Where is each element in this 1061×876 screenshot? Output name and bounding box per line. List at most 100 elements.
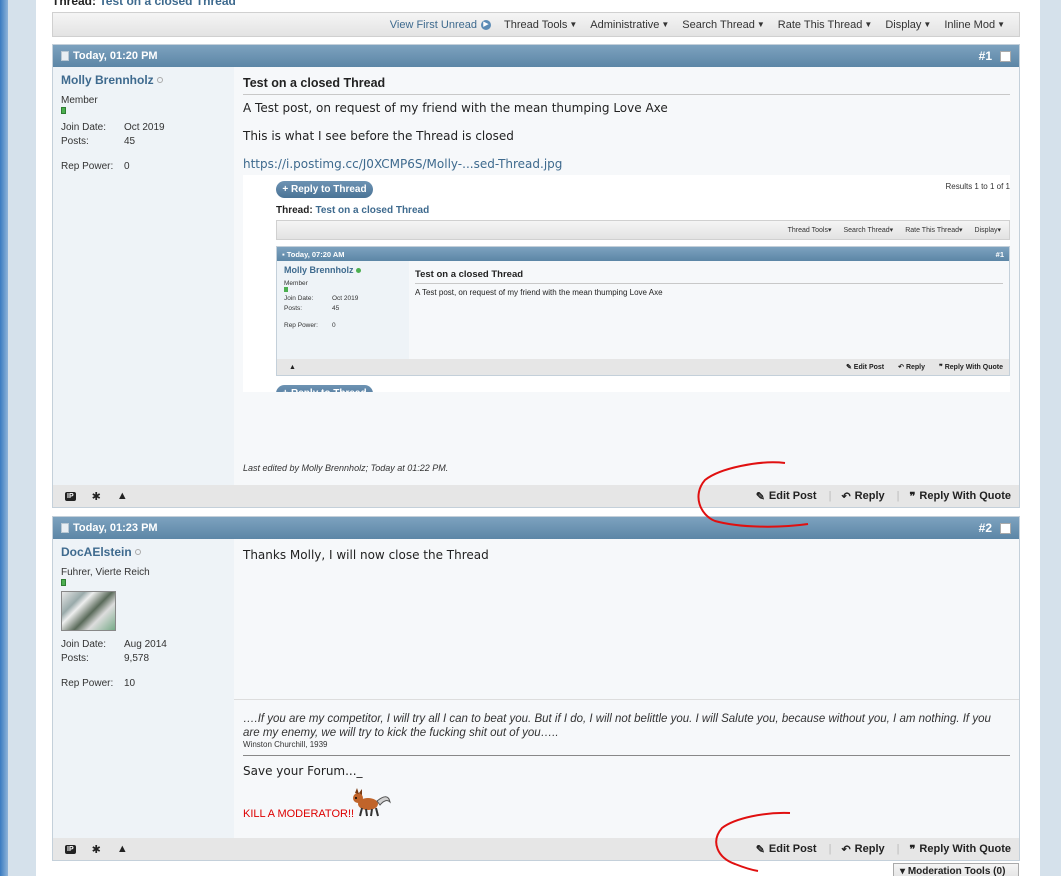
post-paragraph: This is what I see before the Thread is …: [243, 129, 514, 143]
post-number-link[interactable]: #2: [979, 521, 992, 535]
embedded-user-title: Member: [284, 280, 308, 287]
administrative-menu[interactable]: Administrative ▼: [590, 19, 669, 31]
embedded-search-thread: Search Thread▾: [843, 227, 894, 234]
edit-post-button[interactable]: ✎ Edit Post |: [756, 843, 832, 856]
post-document-icon: [61, 523, 69, 533]
thread-title-line: Thread: Test on a closed Thread: [52, 0, 236, 8]
signature-quote: ….If you are my competitor, I will try a…: [243, 713, 991, 739]
join-date-value: Oct 2019: [124, 122, 165, 133]
rep-power-label: Rep Power:: [61, 678, 114, 689]
report-warning-icon[interactable]: ▲: [117, 490, 128, 502]
embedded-reply: ↶ Reply: [898, 364, 925, 371]
reply-with-quote-button[interactable]: ❞ Reply With Quote: [910, 490, 1012, 503]
post-select-checkbox[interactable]: [1000, 50, 1011, 62]
offline-status-icon: [156, 77, 163, 83]
moderation-tools-button[interactable]: ▾ Moderation Tools (0): [893, 863, 1019, 876]
embedded-join-date: Oct 2019: [332, 295, 359, 302]
embedded-join-label: Join Date:: [284, 295, 314, 302]
signature-quote-source: Winston Churchill, 1939: [243, 740, 328, 749]
post-date: Today, 01:20 PM: [73, 50, 158, 62]
post-date: Today, 01:23 PM: [73, 522, 158, 534]
embedded-posts-count: 45: [332, 305, 340, 312]
embedded-reply-with-quote: ❞ Reply With Quote: [939, 364, 1003, 371]
dropdown-arrow-icon: ▼: [661, 20, 670, 29]
display-menu[interactable]: Display ▼: [885, 19, 931, 31]
pencil-icon: ✎: [755, 490, 765, 503]
thread-tools-label: Thread Tools: [503, 18, 568, 31]
unread-arrow-icon: ▶: [480, 19, 491, 30]
dropdown-arrow-icon: ▼: [923, 20, 932, 29]
embedded-date-text: Today, 07:20 AM: [286, 249, 345, 259]
search-thread-menu[interactable]: Search Thread ▼: [682, 19, 765, 31]
username-link[interactable]: DocAElstein: [61, 545, 226, 559]
username-link[interactable]: Molly Brennholz: [61, 73, 226, 87]
edit-post-button[interactable]: ✎ Edit Post |: [756, 490, 832, 503]
user-title: Fuhrer, Vierte Reich: [61, 567, 150, 578]
signature-divider: [243, 755, 1010, 756]
user-avatar[interactable]: [61, 591, 116, 631]
thread-title-link[interactable]: Test on a closed Thread: [99, 0, 235, 8]
embedded-results-count: Results 1 to 1 of 1: [945, 182, 1010, 191]
embedded-reply-button-bottom: + Reply to Thread: [276, 385, 373, 392]
join-date-value: Aug 2014: [124, 639, 167, 650]
ip-icon[interactable]: IP: [65, 491, 76, 501]
offline-status-icon: [134, 549, 141, 555]
embedded-username-text: Molly Brennholz: [284, 265, 354, 275]
post-select-checkbox[interactable]: [1000, 522, 1011, 534]
embedded-tool-label: Search Thread: [843, 227, 890, 234]
embedded-post: ▪ Today, 07:20 AM #1 Molly Brennholz Mem…: [276, 246, 1010, 376]
online-status-icon: [356, 268, 362, 273]
dropdown-arrow-icon: ▼: [864, 20, 873, 29]
reply-button[interactable]: ↶ Reply |: [841, 843, 899, 856]
infraction-star-icon[interactable]: ✱: [92, 843, 101, 856]
embedded-thread-link: Test on a closed Thread: [315, 205, 430, 216]
embedded-post-footer: ▲ ✎ Edit Post ↶ Reply ❞ Reply With Quote: [277, 359, 1009, 375]
rep-power-label: Rep Power:: [61, 161, 114, 172]
embedded-post-header: ▪ Today, 07:20 AM #1: [277, 247, 1009, 261]
embedded-edit-label: Edit Post: [853, 364, 885, 371]
dropdown-arrow-icon: ▼: [569, 20, 578, 29]
user-title: Member: [61, 95, 98, 106]
embedded-quote-label: Reply With Quote: [944, 364, 1003, 371]
view-first-unread-label: View First Unread: [389, 18, 477, 31]
view-first-unread-link[interactable]: View First Unread ▶: [390, 19, 491, 31]
post-document-icon: [61, 51, 69, 61]
reply-button[interactable]: ↶ Reply |: [841, 490, 899, 503]
embedded-thread-title: Thread: Test on a closed Thread: [276, 205, 429, 216]
embedded-thread-prefix: Thread:: [276, 205, 313, 216]
rep-power-value: 0: [124, 161, 130, 172]
embedded-posts-label: Posts:: [284, 305, 303, 312]
embedded-screenshot: + Reply to Thread Results 1 to 1 of 1 Th…: [243, 175, 1010, 392]
embedded-toolbar: Thread Tools▾ Search Thread▾ Rate This T…: [276, 220, 1010, 240]
post-title: Test on a closed Thread: [243, 76, 1010, 95]
post-content: Test on a closed Thread A Test post, on …: [234, 67, 1019, 485]
embedded-tool-label: Rate This Thread: [905, 227, 960, 234]
post-1: Today, 01:20 PM #1 Molly Brennholz Membe…: [52, 44, 1020, 508]
posts-count: 45: [124, 136, 136, 147]
post-number-link[interactable]: #1: [979, 49, 992, 63]
report-warning-icon[interactable]: ▲: [117, 843, 128, 855]
user-info-panel: Molly Brennholz Member Join Date: Oct 201…: [53, 67, 234, 485]
signature-save-text: Save your Forum..._: [243, 764, 363, 778]
embedded-display: Display▾: [974, 227, 1001, 234]
window-edge: [0, 0, 8, 876]
image-link[interactable]: https://i.postimg.cc/J0XCMP6S/Molly-...s…: [243, 157, 562, 171]
edit-post-label: Edit Post: [768, 490, 817, 502]
inline-mod-label: Inline Mod: [944, 18, 996, 31]
rate-thread-menu[interactable]: Rate This Thread ▼: [778, 19, 873, 31]
dropdown-arrow-icon: ▼: [997, 20, 1005, 29]
inline-mod-menu[interactable]: Inline Mod ▼: [944, 19, 1005, 31]
reputation-icon: [61, 107, 66, 114]
ip-icon[interactable]: IP: [65, 844, 76, 854]
infraction-star-icon[interactable]: ✱: [92, 490, 101, 503]
thread-tools-menu[interactable]: Thread Tools ▼: [504, 19, 577, 31]
pencil-icon: ✎: [755, 843, 765, 856]
last-edited-note: Last edited by Molly Brennholz; Today at…: [243, 463, 449, 473]
reply-label: Reply: [854, 490, 885, 502]
embedded-user-info: Molly Brennholz Member Join Date: Oct 201…: [277, 261, 409, 359]
moderation-tools-label: Moderation Tools (0): [907, 866, 1006, 876]
quote-bubble-icon: ❞: [909, 490, 916, 503]
reply-with-quote-button[interactable]: ❞ Reply With Quote: [910, 843, 1012, 856]
join-date-label: Join Date:: [61, 122, 107, 133]
edit-post-label: Edit Post: [768, 843, 817, 855]
